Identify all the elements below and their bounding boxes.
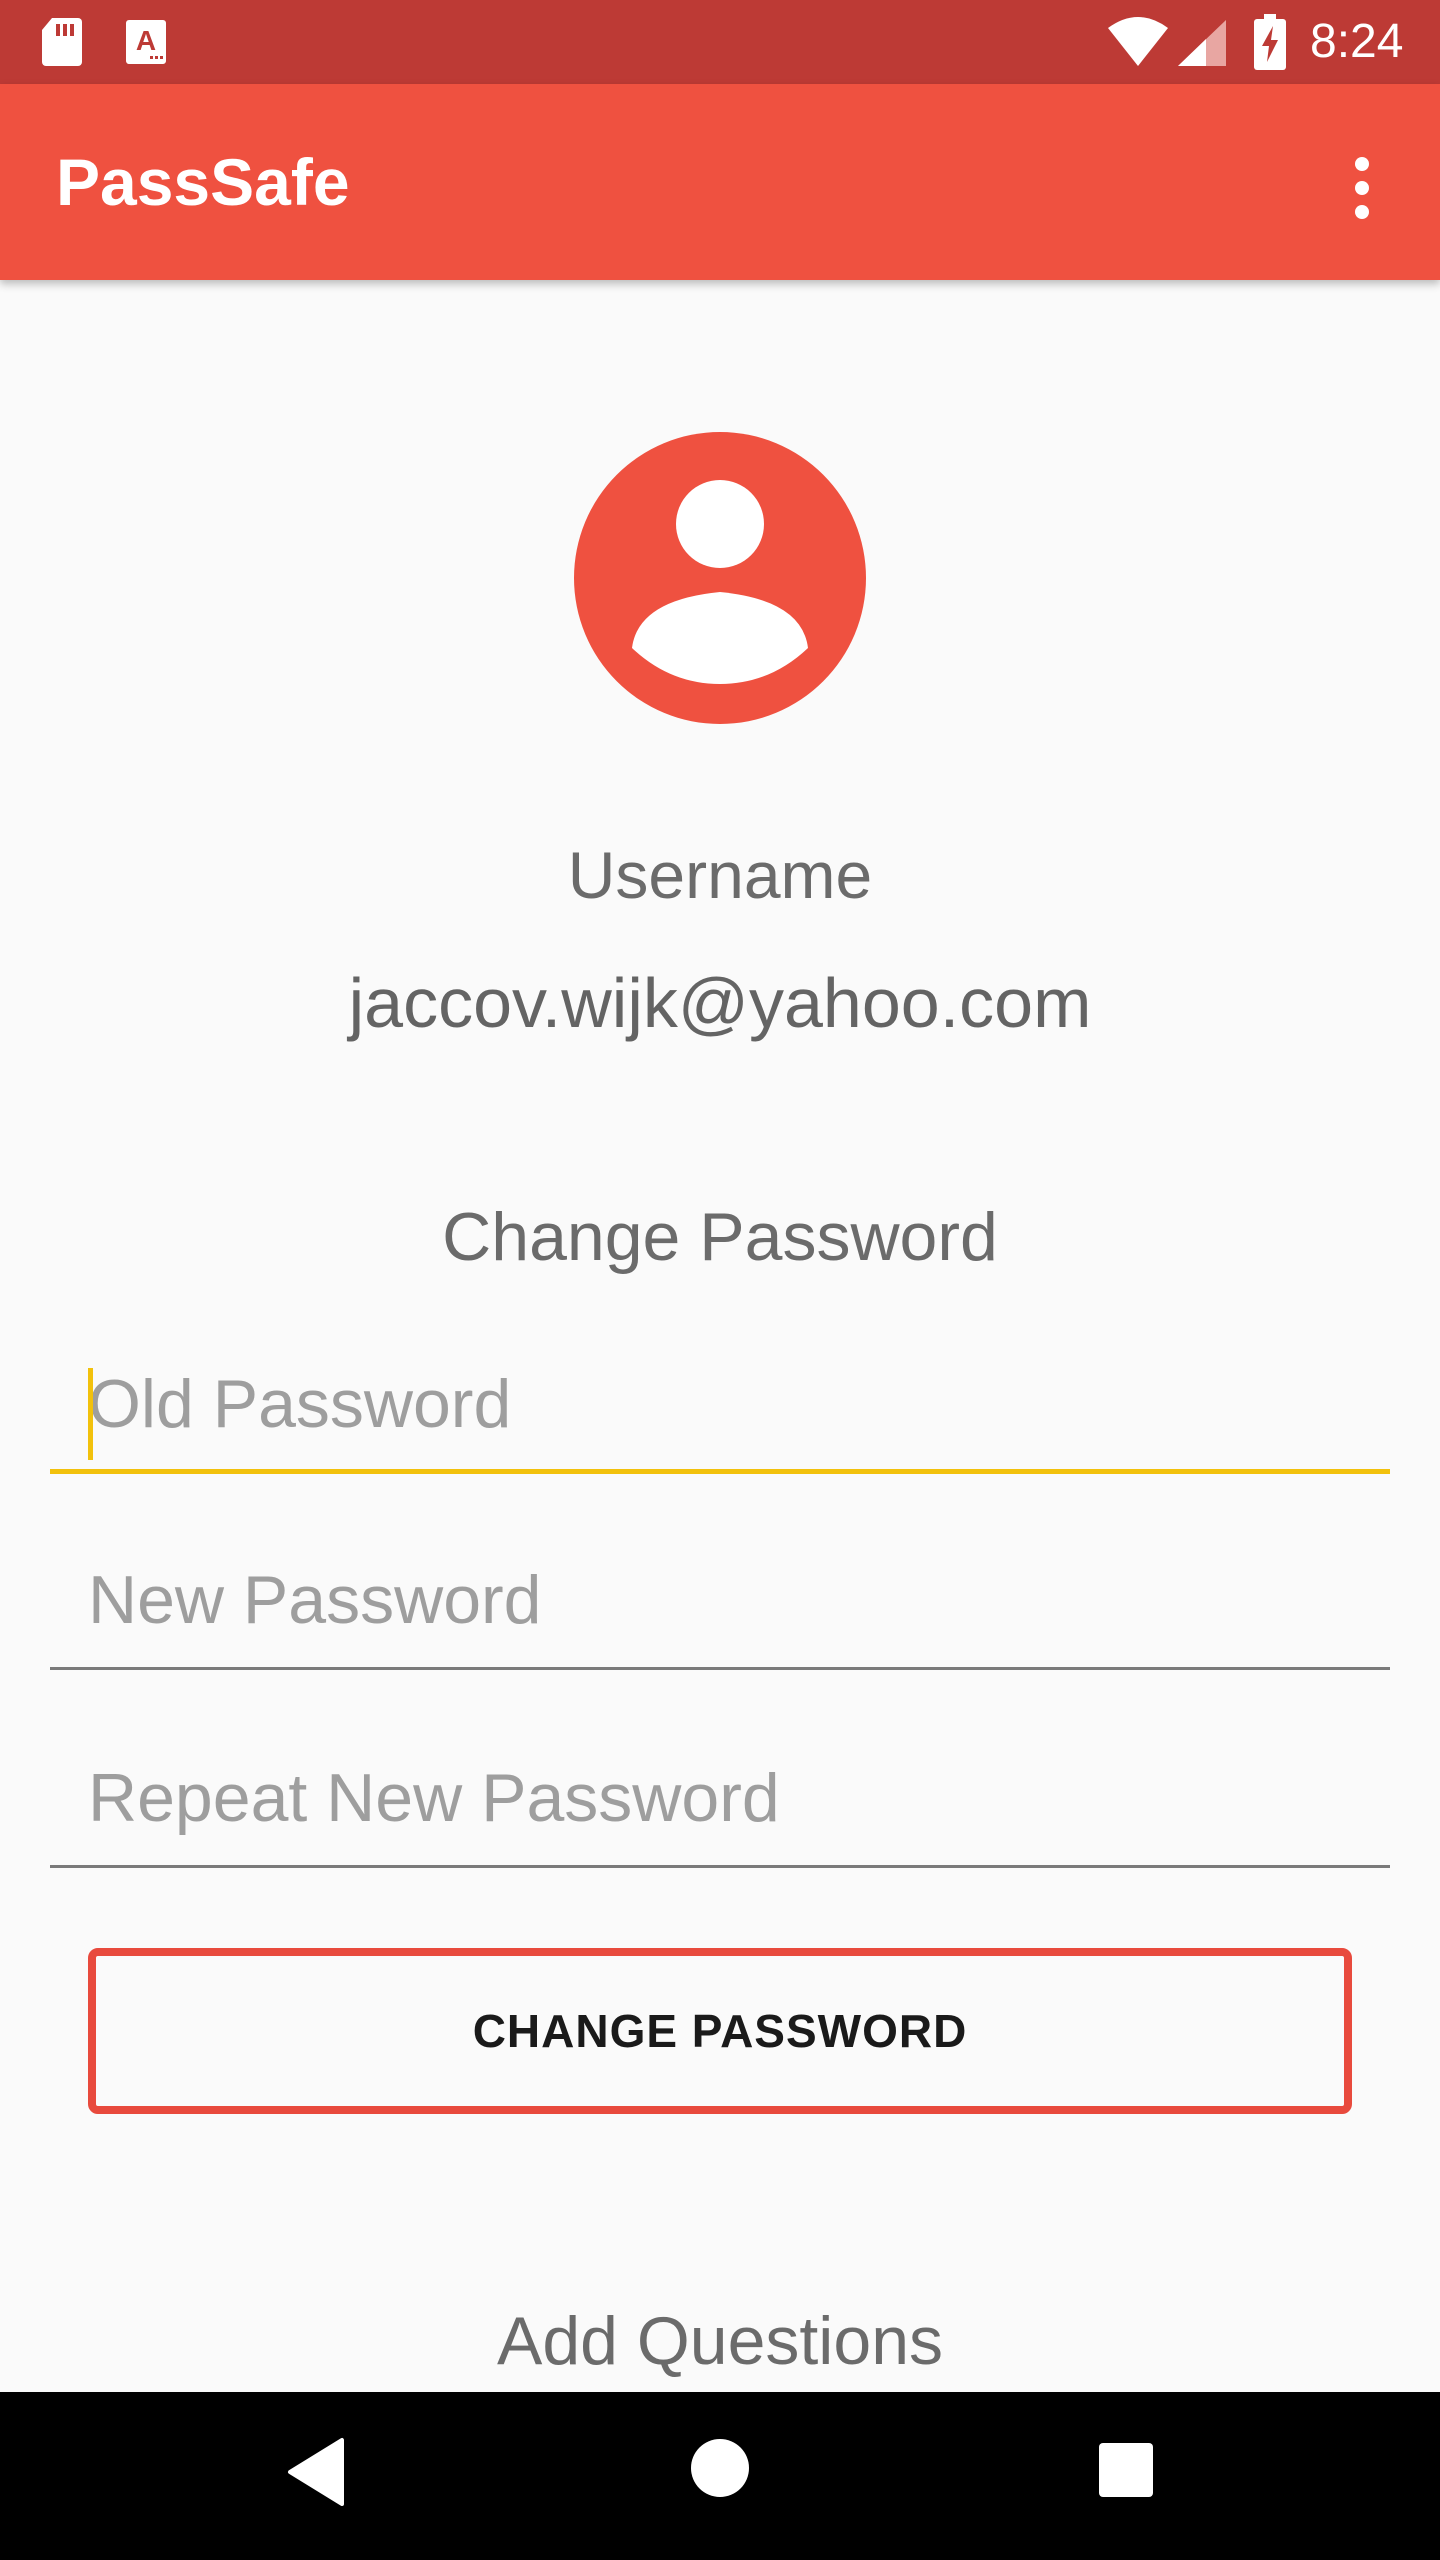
change-password-button[interactable]: CHANGE PASSWORD bbox=[88, 1948, 1352, 2114]
text-cursor bbox=[88, 1368, 93, 1460]
sd-card-icon bbox=[42, 18, 82, 66]
app-title: PassSafe bbox=[56, 145, 350, 219]
add-questions-title: Add Questions bbox=[496, 2303, 944, 2379]
repeat-password-input[interactable] bbox=[88, 1738, 1368, 1858]
old-password-input[interactable] bbox=[88, 1344, 1368, 1464]
status-bar: A 8:24 bbox=[0, 0, 1440, 84]
old-password-underline bbox=[50, 1469, 1390, 1474]
signal-icon bbox=[1178, 20, 1226, 66]
repeat-password-underline bbox=[50, 1865, 1390, 1868]
account-circle-icon bbox=[574, 432, 866, 724]
new-password-field bbox=[50, 1540, 1390, 1670]
username-label: Username bbox=[567, 838, 873, 912]
username-value: jaccov.wijk@yahoo.com bbox=[348, 964, 1092, 1042]
app-bar: PassSafe bbox=[0, 84, 1440, 280]
new-password-input[interactable] bbox=[88, 1540, 1368, 1660]
change-password-title: Change Password bbox=[442, 1199, 998, 1275]
status-clock: 8:24 bbox=[1310, 15, 1404, 68]
battery-charging-icon bbox=[1254, 14, 1286, 70]
repeat-password-field bbox=[50, 1738, 1390, 1868]
back-icon[interactable] bbox=[286, 2436, 346, 2508]
app-a-icon: A bbox=[126, 20, 166, 64]
home-icon[interactable] bbox=[690, 2438, 750, 2498]
new-password-underline bbox=[50, 1667, 1390, 1670]
navigation-bar bbox=[0, 2392, 1440, 2560]
old-password-field bbox=[50, 1344, 1390, 1474]
svg-text:A: A bbox=[136, 25, 156, 56]
recents-icon[interactable] bbox=[1098, 2442, 1154, 2498]
more-vert-icon[interactable] bbox=[1330, 148, 1394, 228]
wifi-icon bbox=[1108, 17, 1168, 66]
